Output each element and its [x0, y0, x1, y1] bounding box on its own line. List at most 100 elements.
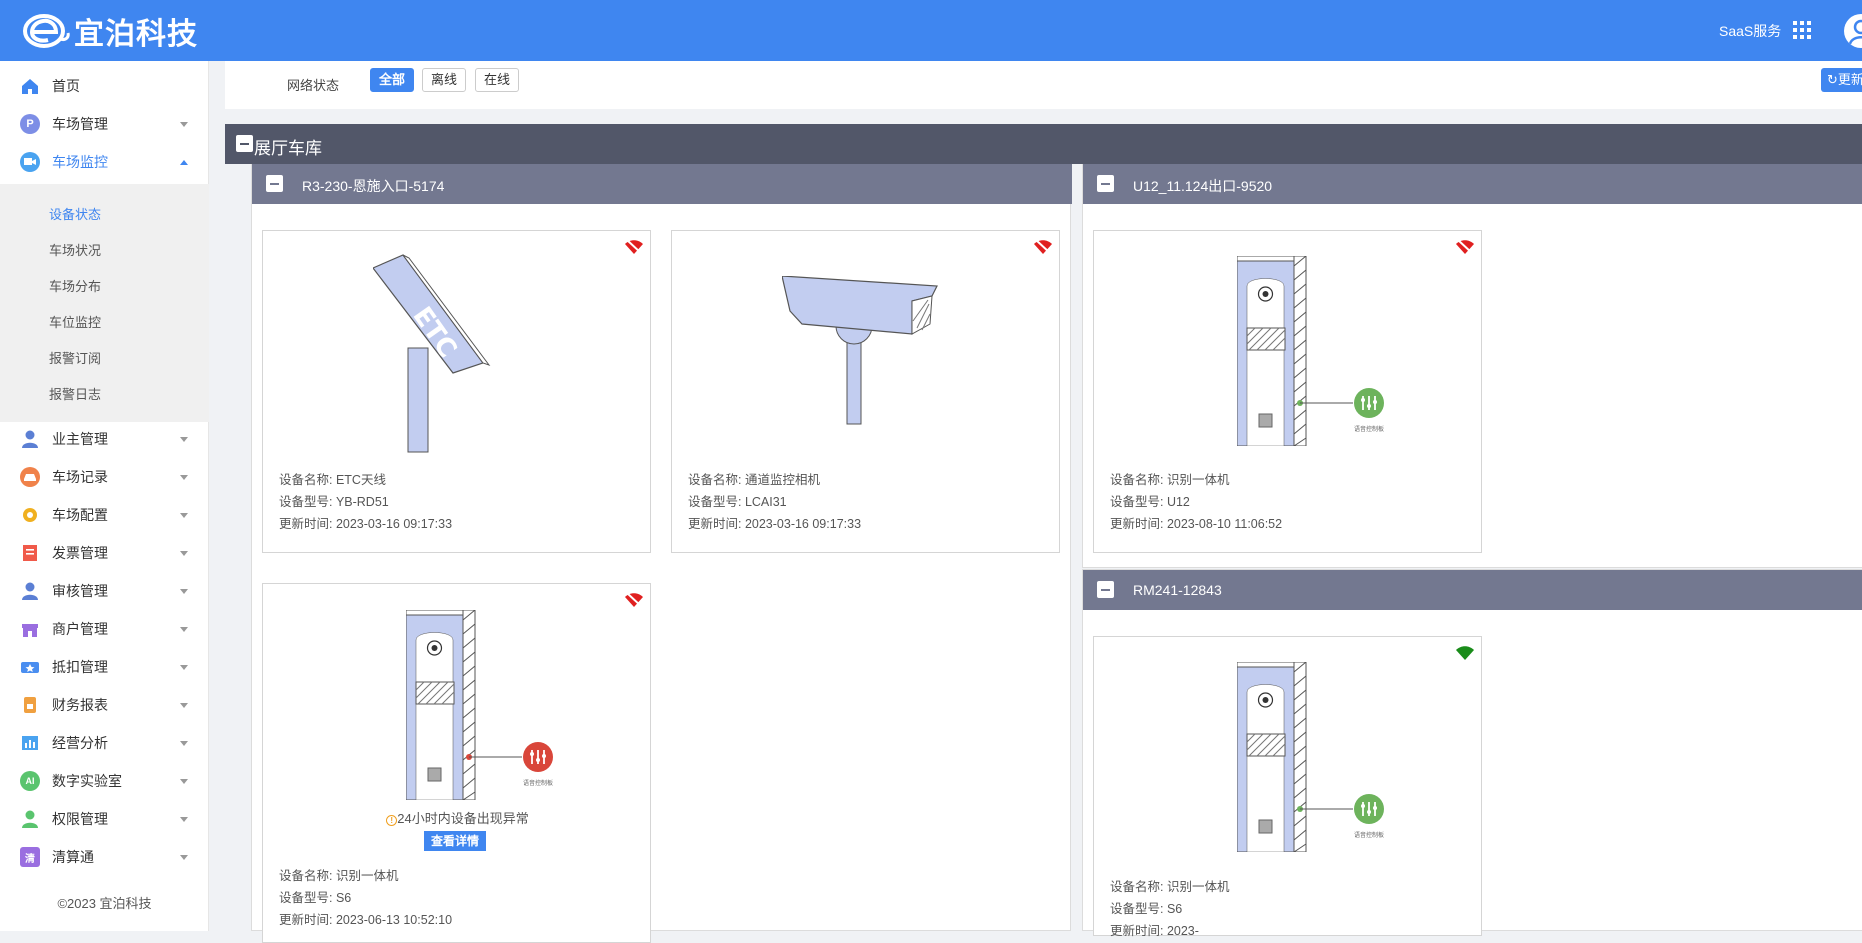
menu-label: 车场管理 [52, 116, 108, 132]
wifi-offline-icon [625, 239, 643, 254]
menu-label: 审核管理 [52, 583, 108, 599]
chevron-down-icon [180, 588, 188, 594]
camera-icon [782, 276, 938, 425]
menu-label: 经营分析 [52, 735, 108, 751]
merchant-icon [20, 619, 40, 639]
panel-header: R3-230-恩施入口-5174 [252, 164, 1072, 204]
group-title: 展厅车库 [254, 139, 322, 158]
panel-title: U12_11.124出口-9520 [1133, 178, 1273, 194]
menu-label: 商户管理 [52, 621, 108, 637]
voice-board-label: 语音控制板 [1354, 425, 1384, 433]
menu-invoice-management[interactable]: 发票管理 [0, 534, 209, 572]
copyright: ©2023 宜泊科技 [57, 896, 152, 911]
warning-text: 24小时内设备出现异常 [397, 811, 529, 826]
menu-audit-management[interactable]: 审核管理 [0, 572, 209, 610]
warning-icon: ! [386, 815, 398, 826]
finance-icon [20, 695, 40, 715]
device-panel-rm241: RM241-12843 语音控制板 设备名称: 识别一体机 设备型号: S6 更 [1082, 569, 1862, 938]
recognition-machine-icon: 语音控制板 [1237, 662, 1384, 852]
submenu-alarm-subscribe[interactable]: 报警订阅 [49, 348, 101, 367]
device-card-recognition-s6-online[interactable]: 语音控制板 设备名称: 识别一体机 设备型号: S6 更新时间: 2023- [1093, 636, 1482, 938]
etc-antenna-icon: ETC [373, 254, 491, 453]
device-name: 设备名称: 识别一体机 [1110, 880, 1230, 894]
invoice-icon [20, 543, 40, 563]
deduct-icon [20, 657, 40, 677]
menu-label: 数字实验室 [52, 773, 122, 789]
voice-board-label: 语音控制板 [1354, 831, 1384, 839]
refresh-button[interactable]: ↻更新 [1821, 68, 1862, 92]
menu-parking-management[interactable]: P 车场管理 [0, 105, 209, 143]
refresh-label: 更新 [1837, 72, 1862, 87]
network-filter-bar: 网络状态 全部 离线 在线 ↻更新 [225, 61, 1862, 109]
menu-finance-report[interactable]: 财务报表 [0, 686, 209, 724]
device-info: 设备名称: 通道监控相机 设备型号: LCAI31 更新时间: 2023-03-… [688, 469, 861, 535]
device-update-time: 更新时间: 2023-03-16 09:17:33 [279, 517, 453, 531]
wifi-offline-icon [625, 592, 643, 607]
filter-all-button[interactable]: 全部 [370, 68, 415, 92]
top-bar: 宜泊科技 SaaS服务 [0, 0, 1862, 61]
panel-collapse-button[interactable] [1097, 581, 1114, 598]
filter-label: 网络状态 [287, 78, 340, 93]
brand-logo[interactable]: 宜泊科技 [22, 10, 198, 52]
menu-label: 业主管理 [52, 431, 108, 447]
device-info: 设备名称: 识别一体机 设备型号: S6 更新时间: 2023-06-13 10… [279, 865, 452, 931]
user-avatar-icon[interactable] [1844, 14, 1862, 48]
chevron-down-icon [180, 740, 188, 746]
submenu-alarm-log[interactable]: 报警日志 [49, 384, 101, 403]
device-update-time: 更新时间: 2023-08-10 11:06:52 [1110, 517, 1283, 531]
chevron-down-icon [180, 121, 188, 127]
menu-deduction-management[interactable]: 抵扣管理 [0, 648, 209, 686]
monitor-submenu: 设备状态 车场状况 车场分布 车位监控 报警订阅 报警日志 [0, 184, 209, 422]
device-card-recognition-u12[interactable]: 语音控制板 设备名称: 识别一体机 设备型号: U12 更新时间: 2023-0… [1093, 230, 1482, 553]
device-card-recognition-s6[interactable]: 语音控制板 ! 24小时内设备出现异常 查看详情 设备名称: 识别一体机 设备型号… [262, 583, 651, 943]
menu-digital-lab[interactable]: AI 数字实验室 [0, 762, 209, 800]
menu-label: 车场监控 [52, 154, 108, 170]
menu-owner-management[interactable]: 业主管理 [0, 420, 209, 458]
menu-label: 车场配置 [52, 507, 108, 523]
view-details-button[interactable]: 查看详情 [424, 831, 486, 851]
submenu-space-monitor[interactable]: 车位监控 [49, 312, 101, 331]
sidebar: 设备状态 车场状况 车场分布 车位监控 报警订阅 报警日志 首页 P 车场管理 … [0, 61, 209, 931]
submenu-parking-status[interactable]: 车场状况 [49, 240, 101, 259]
chevron-down-icon [180, 816, 188, 822]
menu-parking-monitor[interactable]: 车场监控 [0, 143, 209, 181]
submenu-parking-distribution[interactable]: 车场分布 [49, 276, 101, 295]
chevron-down-icon [180, 626, 188, 632]
device-card-etc[interactable]: ETC 设备名称: ETC天线 设备型号: YB-RD51 更新时间: 2023… [262, 230, 651, 553]
panel-collapse-button[interactable] [1097, 175, 1114, 192]
device-info: 设备名称: ETC天线 设备型号: YB-RD51 更新时间: 2023-03-… [279, 469, 452, 535]
saas-service-link[interactable]: SaaS服务 [1719, 21, 1781, 41]
record-icon [20, 467, 40, 487]
config-icon [20, 505, 40, 525]
chevron-down-icon [180, 702, 188, 708]
panel-title: RM241-12843 [1133, 582, 1222, 598]
device-card-camera[interactable]: 设备名称: 通道监控相机 设备型号: LCAI31 更新时间: 2023-03-… [671, 230, 1060, 553]
menu-business-analysis[interactable]: 经营分析 [0, 724, 209, 762]
menu-label: 发票管理 [52, 545, 108, 561]
apps-grid-icon[interactable] [1793, 21, 1811, 39]
chevron-down-icon [180, 854, 188, 860]
panel-collapse-button[interactable] [266, 175, 283, 192]
menu-home[interactable]: 首页 [0, 67, 209, 105]
menu-settlement[interactable]: 清 清算通 [0, 838, 209, 876]
chevron-up-icon [180, 159, 188, 165]
device-panel-entrance: R3-230-恩施入口-5174 ETC 设备名称: ETC天线 设备型号: Y… [251, 164, 1072, 943]
submenu-device-status[interactable]: 设备状态 [49, 204, 101, 223]
parking-icon: P [20, 114, 40, 134]
audit-icon [20, 581, 40, 601]
group-collapse-button[interactable] [236, 135, 253, 152]
device-info: 设备名称: 识别一体机 设备型号: U12 更新时间: 2023-08-10 1… [1110, 469, 1282, 535]
device-model: 设备型号: LCAI31 [688, 495, 787, 509]
device-model: 设备型号: S6 [279, 891, 352, 905]
logo-e-icon [23, 14, 70, 48]
owner-icon [20, 429, 40, 449]
menu-parking-config[interactable]: 车场配置 [0, 496, 209, 534]
panel-title: R3-230-恩施入口-5174 [302, 178, 445, 194]
menu-permission-management[interactable]: 权限管理 [0, 800, 209, 838]
device-update-time: 更新时间: 2023-06-13 10:52:10 [279, 913, 453, 927]
filter-online-button[interactable]: 在线 [475, 68, 520, 92]
menu-merchant-management[interactable]: 商户管理 [0, 610, 209, 648]
chevron-down-icon [180, 550, 188, 556]
filter-offline-button[interactable]: 离线 [422, 68, 467, 92]
menu-parking-records[interactable]: 车场记录 [0, 458, 209, 496]
